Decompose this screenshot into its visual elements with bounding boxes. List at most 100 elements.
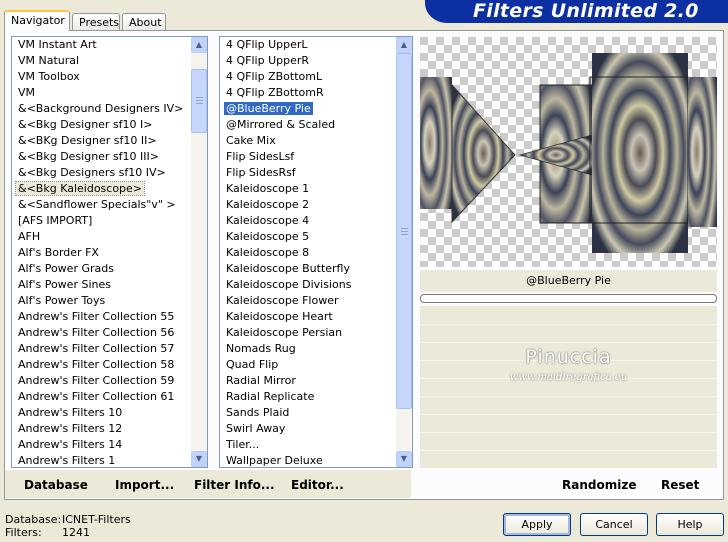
category-item[interactable]: Andrew's Filter Collection 58 [12, 357, 207, 373]
filter-item[interactable]: Tiler... [220, 437, 412, 453]
filter-item[interactable]: Quad Flip [220, 357, 412, 373]
category-item-label: Alf's Power Grads [18, 262, 114, 275]
filter-item[interactable]: Flip SidesRsf [220, 165, 412, 181]
filter-item[interactable]: 4 QFlip ZBottomL [220, 69, 412, 85]
category-item-label: &<Background Designers IV> [18, 102, 184, 115]
category-item[interactable]: Alf's Border FX [12, 245, 207, 261]
category-item[interactable]: VM Toolbox [12, 69, 207, 85]
category-item[interactable]: VM Natural [12, 53, 207, 69]
filter-item-label: Tiler... [226, 438, 260, 451]
filter-item[interactable]: Kaleidoscope 2 [220, 197, 412, 213]
category-item[interactable]: &<Background Designers IV> [12, 101, 207, 117]
category-item-label: Andrew's Filters 14 [18, 438, 123, 451]
filter-item[interactable]: Radial Mirror [220, 373, 412, 389]
filter-item[interactable]: 4 QFlip UpperR [220, 53, 412, 69]
app-banner-title: Filters Unlimited 2.0 [425, 0, 728, 23]
filter-item[interactable]: @BlueBerry Pie [220, 101, 412, 117]
tab-about[interactable]: About [122, 13, 166, 30]
filter-list[interactable]: 4 QFlip UpperL 4 QFlip UpperR 4 QFlip ZBot… [219, 36, 413, 468]
filter-item[interactable]: Kaleidoscope 8 [220, 245, 412, 261]
scroll-thumb[interactable] [396, 53, 412, 409]
cancel-button[interactable]: Cancel [580, 513, 648, 536]
filter-item[interactable]: Radial Replicate [220, 389, 412, 405]
filter-item-label: Wallpaper Deluxe [226, 454, 323, 467]
filter-item-label: Kaleidoscope 4 [226, 214, 310, 227]
category-item[interactable]: &<Bkg Designer sf10 III> [12, 149, 207, 165]
filter-item[interactable]: 4 QFlip ZBottomR [220, 85, 412, 101]
scroll-down-icon[interactable]: ▼ [396, 451, 412, 467]
category-item[interactable]: Andrew's Filters 1 [12, 453, 207, 467]
category-item-label: Andrew's Filters 12 [18, 422, 123, 435]
category-item-label: Andrew's Filter Collection 55 [18, 310, 175, 323]
randomize-button[interactable]: Randomize [562, 478, 636, 492]
category-item[interactable]: Andrew's Filter Collection 55 [12, 309, 207, 325]
filter-item[interactable]: Swirl Away [220, 421, 412, 437]
category-item-label: Andrew's Filters 1 [18, 454, 116, 467]
category-item-label: Alf's Power Sines [18, 278, 111, 291]
filter-item[interactable]: Wallpaper Deluxe [220, 453, 412, 467]
category-item[interactable]: [AFS IMPORT] [12, 213, 207, 229]
category-scrollbar[interactable]: ▲ ▼ [191, 37, 207, 467]
help-button[interactable]: Help [656, 513, 724, 536]
database-button[interactable]: Database [24, 478, 88, 492]
filter-item-label: @Mirrored & Scaled [226, 118, 336, 131]
filter-item[interactable]: Kaleidoscope Divisions [220, 277, 412, 293]
filter-item[interactable]: Kaleidoscope 1 [220, 181, 412, 197]
category-item[interactable]: &<Bkg Designers sf10 IV> [12, 165, 207, 181]
filter-item-label: Kaleidoscope 5 [226, 230, 310, 243]
category-item[interactable]: Andrew's Filter Collection 59 [12, 373, 207, 389]
tab-presets[interactable]: Presets [72, 13, 120, 30]
filter-item[interactable]: Kaleidoscope Butterfly [220, 261, 412, 277]
filter-item-label: Radial Mirror [226, 374, 296, 387]
editor-button[interactable]: Editor... [291, 478, 344, 492]
category-item-label: Alf's Border FX [18, 246, 99, 259]
category-item[interactable]: AFH [12, 229, 207, 245]
filter-item[interactable]: Sands Plaid [220, 405, 412, 421]
filter-item[interactable]: 4 QFlip UpperL [220, 37, 412, 53]
filter-info-button[interactable]: Filter Info... [194, 478, 275, 492]
apply-button[interactable]: Apply [503, 513, 571, 536]
filter-item-label: Kaleidoscope 8 [226, 246, 310, 259]
scroll-up-icon[interactable]: ▲ [191, 37, 207, 53]
category-item-label: Andrew's Filter Collection 57 [18, 342, 175, 355]
filter-item-label: Swirl Away [226, 422, 286, 435]
category-item-label: VM Instant Art [18, 38, 97, 51]
filter-item[interactable]: Kaleidoscope Flower [220, 293, 412, 309]
tab-navigator[interactable]: Navigator [4, 10, 70, 31]
filter-item[interactable]: Kaleidoscope 4 [220, 213, 412, 229]
filters-count: 1241 [62, 526, 90, 539]
category-item[interactable]: Andrew's Filter Collection 61 [12, 389, 207, 405]
filter-item[interactable]: Kaleidoscope Heart [220, 309, 412, 325]
category-item[interactable]: &<Bkg Kaleidoscope> [12, 181, 207, 197]
scroll-up-icon[interactable]: ▲ [396, 37, 412, 53]
category-item[interactable]: Andrew's Filter Collection 56 [12, 325, 207, 341]
category-item[interactable]: Alf's Power Grads [12, 261, 207, 277]
database-value: ICNET-Filters [62, 513, 131, 526]
filter-item[interactable]: Nomads Rug [220, 341, 412, 357]
category-item[interactable]: Alf's Power Sines [12, 277, 207, 293]
category-item[interactable]: VM [12, 85, 207, 101]
category-item[interactable]: &<Sandflower Specials"v" > [12, 197, 207, 213]
filter-item[interactable]: Kaleidoscope Persian [220, 325, 412, 341]
category-item[interactable]: Andrew's Filters 10 [12, 405, 207, 421]
category-item[interactable]: Andrew's Filter Collection 57 [12, 341, 207, 357]
scroll-thumb[interactable] [191, 69, 207, 133]
filter-item[interactable]: Kaleidoscope 5 [220, 229, 412, 245]
filter-item-label: Kaleidoscope Persian [226, 326, 343, 339]
reset-button[interactable]: Reset [661, 478, 699, 492]
category-item[interactable]: &<BKg Designer sf10 II> [12, 133, 207, 149]
category-item[interactable]: VM Instant Art [12, 37, 207, 53]
scroll-down-icon[interactable]: ▼ [191, 451, 207, 467]
category-item[interactable]: Andrew's Filters 14 [12, 437, 207, 453]
category-item[interactable]: Andrew's Filters 12 [12, 421, 207, 437]
category-item[interactable]: Alf's Power Toys [12, 293, 207, 309]
category-list[interactable]: VM Instant Art VM Natural VM Toolbox VM &<Ba… [11, 36, 208, 468]
import-button[interactable]: Import... [115, 478, 174, 492]
progress-bar [420, 294, 717, 303]
filter-item-label: Quad Flip [226, 358, 279, 371]
category-item[interactable]: &<Bkg Designer sf10 I> [12, 117, 207, 133]
filter-item[interactable]: Cake Mix [220, 133, 412, 149]
filter-item[interactable]: Flip SidesLsf [220, 149, 412, 165]
filter-scrollbar[interactable]: ▲ ▼ [396, 37, 412, 467]
filter-item[interactable]: @Mirrored & Scaled [220, 117, 412, 133]
